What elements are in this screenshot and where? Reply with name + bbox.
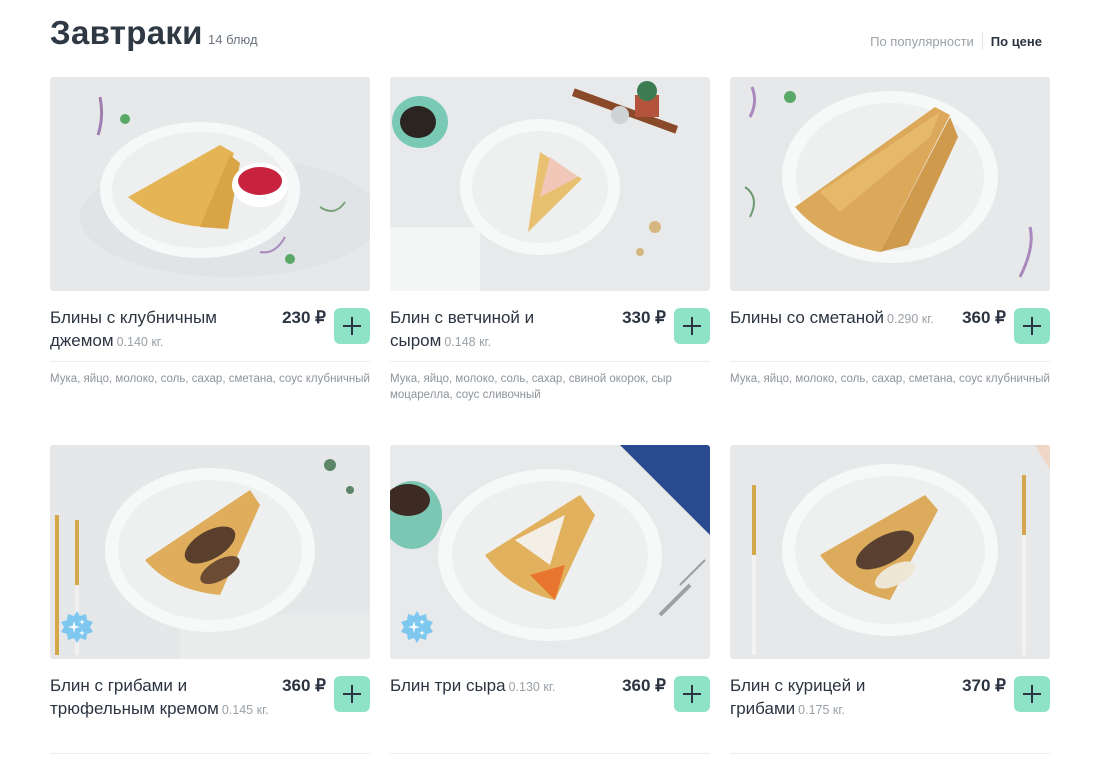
product-price: 360 ₽ <box>962 308 1006 327</box>
page-title: Завтраки <box>50 14 203 51</box>
product-name[interactable]: Блин три сыра 0.130 кг. <box>390 675 620 699</box>
add-to-cart-button[interactable] <box>1014 676 1050 712</box>
sparkle-badge-icon <box>61 611 93 643</box>
sort-switch: По популярности По цене <box>870 32 1042 50</box>
sort-by-price[interactable]: По цене <box>991 34 1042 49</box>
card-divider <box>390 361 710 362</box>
product-photo[interactable] <box>730 77 1050 291</box>
product-price: 330 ₽ <box>622 308 666 327</box>
sort-divider <box>981 32 983 50</box>
add-to-cart-button[interactable] <box>334 308 370 344</box>
sparkle-badge-icon <box>401 611 433 643</box>
product-price: 230 ₽ <box>282 308 326 327</box>
product-price: 370 ₽ <box>962 676 1006 695</box>
product-ingredients: Мука, яйцо, молоко, соль, сахар, сметана… <box>730 373 1050 385</box>
card-divider <box>50 753 370 754</box>
card-divider <box>50 361 370 362</box>
sort-by-popularity[interactable]: По популярности <box>870 34 974 49</box>
product-name[interactable]: Блин с курицей и грибами 0.175 кг. <box>730 675 960 721</box>
product-weight: 0.290 кг. <box>887 312 934 326</box>
product-price: 360 ₽ <box>622 676 666 695</box>
add-to-cart-button[interactable] <box>1014 308 1050 344</box>
product-photo[interactable] <box>50 445 370 659</box>
card-divider <box>390 753 710 754</box>
product-price: 360 ₽ <box>282 676 326 695</box>
card-divider <box>730 361 1050 362</box>
product-weight: 0.145 кг. <box>221 702 269 717</box>
add-to-cart-button[interactable] <box>334 676 370 712</box>
card-divider <box>730 753 1050 754</box>
product-photo[interactable] <box>390 445 710 659</box>
product-photo[interactable] <box>50 77 370 291</box>
product-name[interactable]: Блин с ветчиной и сыром 0.148 кг. <box>390 307 620 353</box>
add-to-cart-button[interactable] <box>674 308 710 344</box>
product-weight: 0.175 кг. <box>798 702 845 717</box>
page-header: Завтраки 14 блюд По популярности По цене <box>50 14 1050 58</box>
product-weight: 0.130 кг. <box>508 680 556 694</box>
product-name[interactable]: Блин с грибами и трюфельным кремом 0.145 … <box>50 675 280 721</box>
product-name[interactable]: Блины с клубничным джемом 0.140 кг. <box>50 307 280 353</box>
add-to-cart-button[interactable] <box>674 676 710 712</box>
dish-count: 14 блюд <box>208 32 258 47</box>
product-name[interactable]: Блины со сметаной 0.290 кг. <box>730 307 960 331</box>
product-weight: 0.140 кг. <box>116 334 164 349</box>
product-photo[interactable] <box>390 77 710 291</box>
product-ingredients: Мука, яйцо, молоко, соль, сахар, свиной … <box>390 373 672 401</box>
product-photo[interactable] <box>730 445 1050 659</box>
product-weight: 0.148 кг. <box>444 334 492 349</box>
product-ingredients: Мука, яйцо, молоко, соль, сахар, сметана… <box>50 373 370 385</box>
